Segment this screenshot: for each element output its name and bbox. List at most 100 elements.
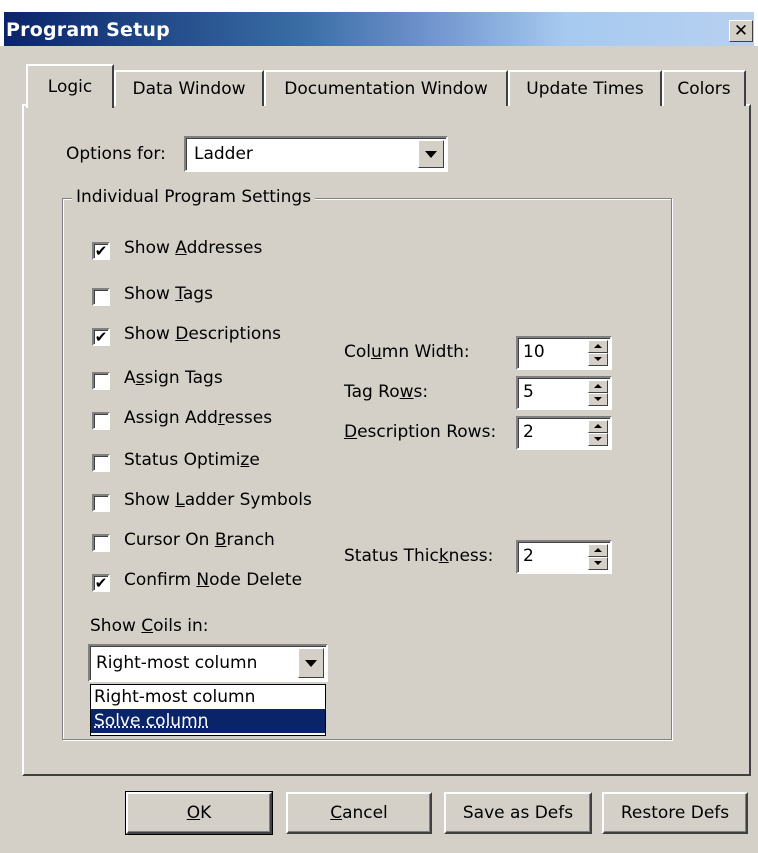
spinner-value: 2 [523,546,534,566]
label-text: sign Tags [144,368,223,388]
checkbox-label[interactable]: Show Ladder Symbols [124,490,312,510]
spinner-buttons [588,340,608,366]
label-text: oils in: [153,616,209,636]
checkbox[interactable] [92,372,110,390]
label-mnemonic: D [344,422,358,442]
show-coils-value: Right-most column [96,653,258,673]
tab-logic[interactable]: Logic [26,64,114,108]
spin-up-icon[interactable] [588,420,608,433]
spin-up-icon[interactable] [588,380,608,393]
label-text: Status Thic [344,546,439,566]
dropdown-option[interactable]: Right-most column [91,685,325,709]
options-for-select[interactable]: Ladder [184,136,448,172]
checkbox[interactable] [92,454,110,472]
spin-down-icon[interactable] [588,353,608,366]
chevron-down-icon [305,660,317,667]
spinner-field[interactable]: 2 [516,416,612,450]
checkbox[interactable]: ✔ [92,242,110,260]
button-mnemonic: C [330,803,343,823]
options-for-value: Ladder [194,144,253,164]
label-text: adder Symbols [184,490,312,510]
spin-down-icon[interactable] [588,557,608,570]
spin-up-icon[interactable] [588,340,608,353]
spinner-field[interactable]: 10 [516,336,612,370]
label-text: Cursor On [124,530,215,550]
checkbox[interactable] [92,494,110,512]
group-label: Individual Program Settings [72,187,316,207]
label-text: ags [182,284,213,304]
show-coils-dropdown-list: Right-most column Solve column [90,684,326,736]
tab-label: Update Times [526,79,644,99]
checkbox[interactable] [92,412,110,430]
checkbox-label[interactable]: Cursor On Branch [124,530,275,550]
restore-defs-button[interactable]: Restore Defs [602,792,748,834]
label-text: s: [413,382,429,402]
spinner-field[interactable]: 5 [516,376,612,410]
spinner-label: Tag Rows: [344,382,428,402]
checkbox-label[interactable]: Status Optimize [124,450,260,470]
label-text: Show [124,490,176,510]
label-text: esses [224,408,273,428]
tab-label: Logic [47,77,93,97]
spin-up-icon[interactable] [588,544,608,557]
checkbox-label[interactable]: Assign Addresses [124,408,272,428]
spinner-buttons [588,380,608,406]
spinner-value: 5 [523,382,534,402]
tab-documentation-window[interactable]: Documentation Window [264,70,508,106]
checkbox-label[interactable]: Assign Tags [124,368,223,388]
cancel-button[interactable]: Cancel [286,792,432,834]
window-title: Program Setup [6,19,170,41]
label-text: ness: [448,546,494,566]
spinner-label: Column Width: [344,342,470,362]
label-mnemonic: r [217,408,225,428]
label-mnemonic: s [135,368,145,388]
checkbox[interactable]: ✔ [92,574,110,592]
tab-label: Colors [677,79,731,99]
label-text: Confirm [124,570,197,590]
show-coils-dropdown-button[interactable] [298,648,324,678]
button-label: Save as Defs [462,803,574,823]
options-for-label: Options for: [66,144,166,164]
label-text: Show [124,324,176,344]
label-mnemonic: A [175,238,187,258]
spinner-value: 2 [523,422,534,442]
label-mnemonic: L [175,490,185,510]
checkbox-label[interactable]: Show Descriptions [124,324,281,344]
checkbox[interactable] [92,534,110,552]
checkbox-label[interactable]: Confirm Node Delete [124,570,302,590]
close-icon: ✕ [733,21,749,41]
show-coils-select[interactable]: Right-most column [88,644,328,682]
checkbox[interactable]: ✔ [92,328,110,346]
label-text: Status Optimi [124,450,241,470]
checkbox-label[interactable]: Show Tags [124,284,213,304]
tab-colors[interactable]: Colors [662,70,746,106]
label-text: e [249,450,260,470]
label-mnemonic: B [214,530,227,550]
dropdown-option-highlighted[interactable]: Solve column [91,709,325,733]
label-text: ranch [226,530,275,550]
tab-update-times[interactable]: Update Times [508,70,662,106]
button-label: Restore Defs [620,803,730,823]
options-for-dropdown-button[interactable] [418,140,444,168]
ok-button[interactable]: OK [125,791,273,835]
label-text: Show [90,616,142,636]
close-button[interactable]: ✕ [729,20,753,42]
spin-down-icon[interactable] [588,393,608,406]
button-label: K [200,803,212,823]
label-text: ode Delete [209,570,303,590]
button-mnemonic: O [186,803,201,823]
checkbox-label[interactable]: Show Addresses [124,238,262,258]
label-mnemonic: C [141,616,154,636]
tab-data-window[interactable]: Data Window [114,70,264,106]
spinner-value: 10 [523,342,545,362]
label-mnemonic: D [175,324,189,344]
label-text: ddresses [186,238,263,258]
spinner-field[interactable]: 2 [516,540,612,574]
spin-down-icon[interactable] [588,433,608,446]
save-as-defs-button[interactable]: Save as Defs [444,792,592,834]
button-label: ancel [342,803,388,823]
spinner-buttons [588,544,608,570]
checkbox[interactable] [92,288,110,306]
label-mnemonic: w [399,382,414,402]
label-text: escriptions [188,324,281,344]
